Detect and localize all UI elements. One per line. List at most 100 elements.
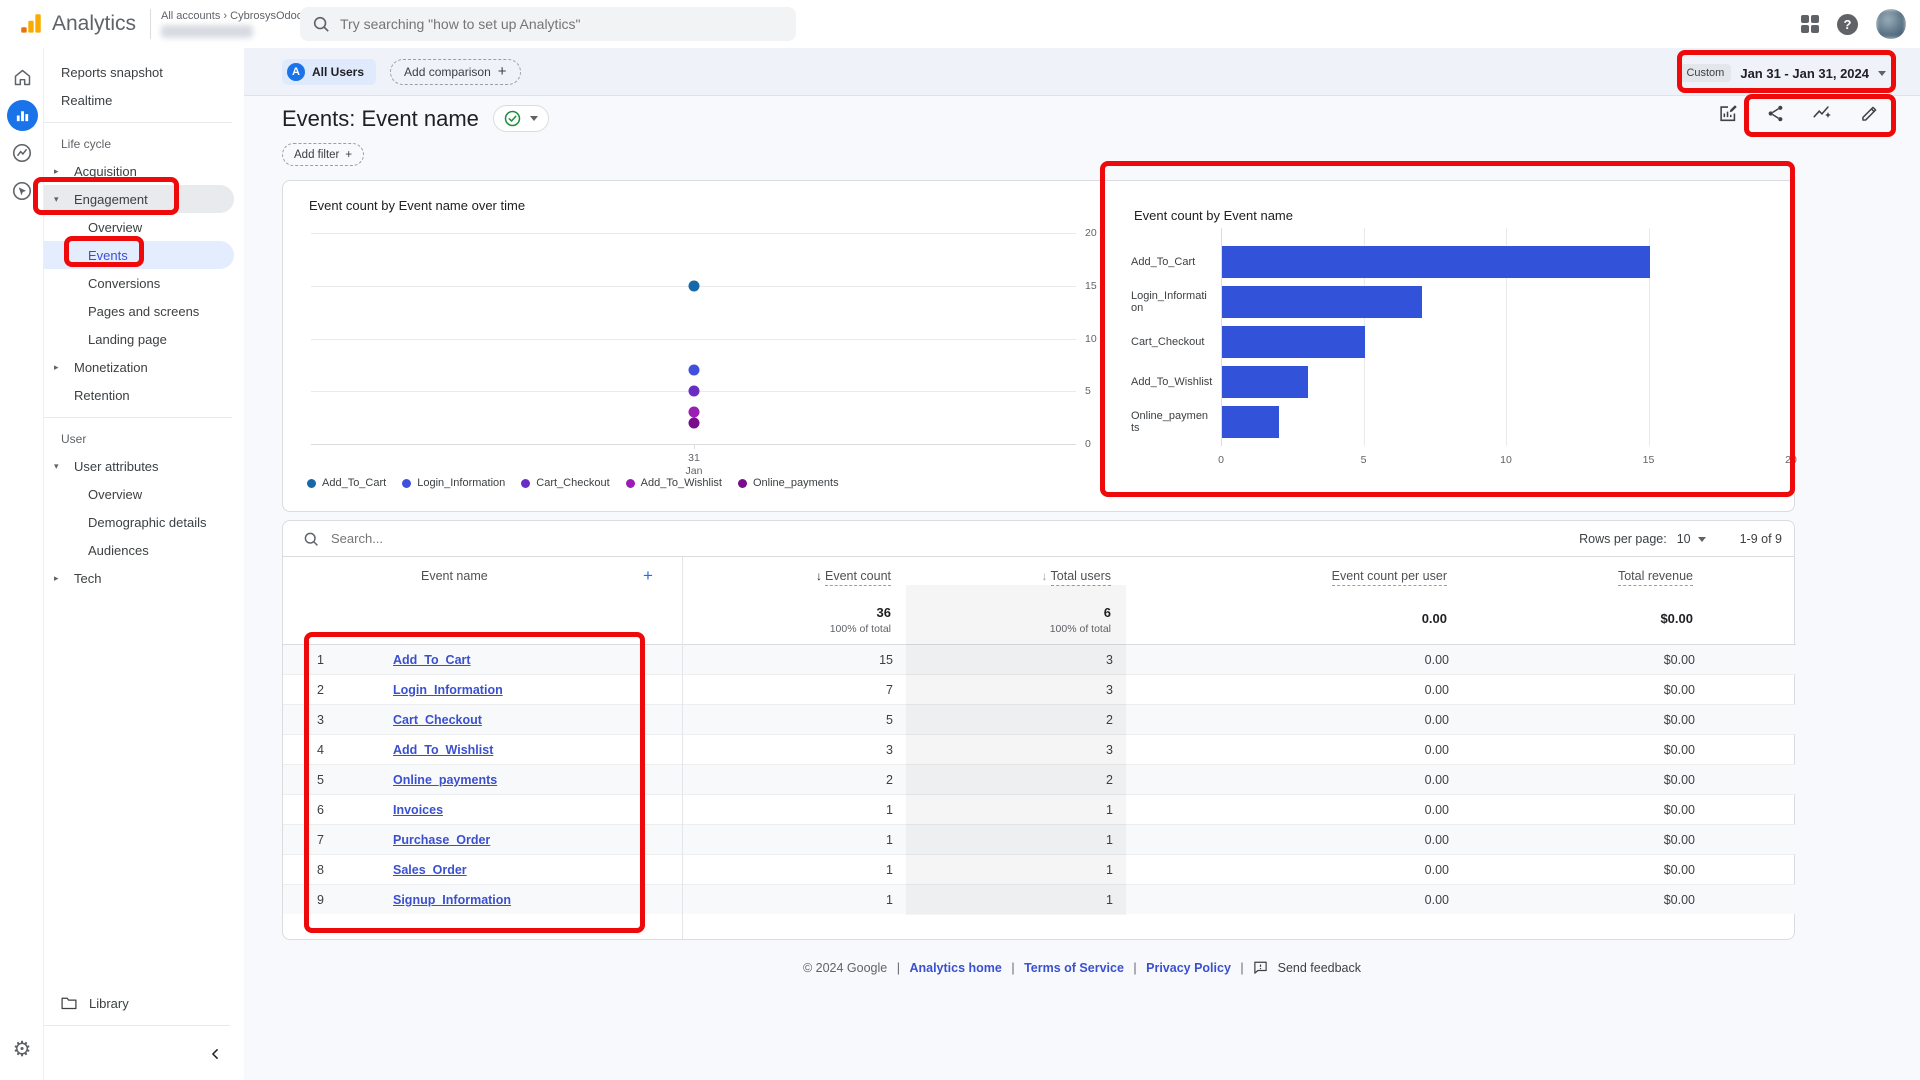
column-header-event-count-per-user[interactable]: Event count per user xyxy=(1332,569,1447,583)
cell-name: Sales_Order xyxy=(393,855,467,885)
insights-icon[interactable] xyxy=(1811,102,1833,124)
cell-total-revenue: $0.00 xyxy=(1664,795,1695,825)
add-comparison-button[interactable]: Add comparison + xyxy=(390,59,520,85)
reports-icon[interactable] xyxy=(0,96,44,134)
legend-dot-icon xyxy=(738,479,747,488)
sidebar-item-retention[interactable]: Retention xyxy=(44,381,234,409)
send-feedback-link[interactable]: Send feedback xyxy=(1278,961,1361,975)
sidebar-item-pages-and-screens[interactable]: Pages and screens xyxy=(44,297,234,325)
top-app-bar: Analytics All accounts › CybrosysOdoo ? xyxy=(0,0,1920,48)
event-name-link[interactable]: Online_payments xyxy=(393,773,497,787)
cell-total-users: 1 xyxy=(1106,825,1113,855)
collapse-sidebar-icon[interactable] xyxy=(208,1047,222,1061)
sidebar-item-user-attributes[interactable]: ▾User attributes xyxy=(44,452,234,480)
gridline xyxy=(311,339,1076,340)
event-name-link[interactable]: Purchase_Order xyxy=(393,833,490,847)
divider xyxy=(44,1025,230,1026)
table-search-input[interactable] xyxy=(331,531,631,546)
legend-item-cart-checkout[interactable]: Cart_Checkout xyxy=(521,477,609,489)
page-footer: © 2024 Google | Analytics home | Terms o… xyxy=(244,960,1920,975)
sidebar-item-tech[interactable]: ▸Tech xyxy=(44,564,234,592)
sidebar-item-overview[interactable]: Overview xyxy=(44,480,234,508)
rows-per-page-select[interactable]: 10 xyxy=(1677,532,1706,546)
settings-gear-icon[interactable]: ⚙ xyxy=(0,1037,44,1062)
global-search-input[interactable] xyxy=(340,16,784,32)
cell-total-revenue: $0.00 xyxy=(1664,855,1695,885)
data-quality-pill[interactable] xyxy=(493,105,549,132)
legend-item-add-to-wishlist[interactable]: Add_To_Wishlist xyxy=(626,477,722,489)
sidebar-section-user: User xyxy=(44,426,244,452)
advertising-icon[interactable] xyxy=(0,172,44,210)
sidebar-item-conversions[interactable]: Conversions xyxy=(44,269,234,297)
cell-event-count: 2 xyxy=(886,765,893,795)
rows-per-page-label: Rows per page: xyxy=(1579,532,1667,546)
sidebar-item-engagement[interactable]: ▾Engagement xyxy=(44,185,234,213)
total-event-count-pct: 100% of total xyxy=(830,623,891,635)
scatter-point-cart-checkout xyxy=(689,386,700,397)
chevron-collapsed-icon: ▸ xyxy=(54,362,59,373)
left-icon-rail: ⚙ xyxy=(0,48,44,1080)
cell-index: 3 xyxy=(317,705,324,735)
sidebar-item-audiences[interactable]: Audiences xyxy=(44,536,234,564)
add-filter-button[interactable]: Add filter + xyxy=(282,143,364,166)
breadcrumb-all-accounts[interactable]: All accounts xyxy=(161,10,220,22)
legend-item-login-information[interactable]: Login_Information xyxy=(402,477,505,489)
check-circle-icon xyxy=(504,110,521,127)
column-header-event-count[interactable]: ↓Event count xyxy=(816,569,891,583)
customize-report-icon[interactable] xyxy=(1717,102,1739,124)
share-icon[interactable] xyxy=(1764,102,1786,124)
event-name-link[interactable]: Cart_Checkout xyxy=(393,713,482,727)
cell-index: 5 xyxy=(317,765,324,795)
sidebar-item-events[interactable]: Events xyxy=(44,241,234,269)
event-name-link[interactable]: Login_Information xyxy=(393,683,503,697)
global-search[interactable] xyxy=(300,7,796,41)
property-name-redacted[interactable] xyxy=(161,25,253,38)
edit-pencil-icon[interactable] xyxy=(1858,102,1880,124)
event-name-link[interactable]: Signup_Information xyxy=(393,893,511,907)
add-column-plus-icon[interactable]: + xyxy=(643,566,653,586)
event-name-link[interactable]: Sales_Order xyxy=(393,863,467,877)
column-header-total-revenue[interactable]: Total revenue xyxy=(1618,569,1693,583)
sidebar-item-reports-snapshot[interactable]: Reports snapshot xyxy=(44,58,234,86)
all-users-chip[interactable]: A All Users xyxy=(282,59,376,85)
column-divider xyxy=(682,557,683,939)
footer-link-analytics-home[interactable]: Analytics home xyxy=(909,961,1001,975)
footer-link-privacy[interactable]: Privacy Policy xyxy=(1146,961,1231,975)
explore-icon[interactable] xyxy=(0,134,44,172)
apps-grid-icon[interactable] xyxy=(1801,15,1820,34)
home-icon[interactable] xyxy=(0,58,44,96)
sidebar-item-overview[interactable]: Overview xyxy=(44,213,234,241)
x-axis-tick-label: 15 xyxy=(1639,454,1659,466)
column-header-event-name[interactable]: Event name xyxy=(421,569,488,583)
comparison-badge: A xyxy=(287,63,305,81)
total-event-count-per-user: 0.00 xyxy=(1422,611,1447,626)
comparison-bar: A All Users Add comparison + Custom Jan … xyxy=(244,48,1920,96)
event-name-link[interactable]: Add_To_Cart xyxy=(393,653,471,667)
legend-dot-icon xyxy=(307,479,316,488)
cell-name: Signup_Information xyxy=(393,885,511,915)
sidebar-item-acquisition[interactable]: ▸Acquisition xyxy=(44,157,234,185)
event-name-link[interactable]: Invoices xyxy=(393,803,443,817)
event-name-link[interactable]: Add_To_Wishlist xyxy=(393,743,493,757)
column-header-total-users[interactable]: ↓Total users xyxy=(1042,569,1111,583)
sidebar-item-library[interactable]: Library xyxy=(44,989,244,1017)
legend-item-online-payments[interactable]: Online_payments xyxy=(738,477,839,489)
sidebar-item-demographic-details[interactable]: Demographic details xyxy=(44,508,234,536)
footer-link-terms[interactable]: Terms of Service xyxy=(1024,961,1124,975)
scatter-point-login-information xyxy=(689,365,700,376)
date-range-picker[interactable]: Custom Jan 31 - Jan 31, 2024 xyxy=(1679,58,1886,88)
sidebar-item-realtime[interactable]: Realtime xyxy=(44,86,234,114)
cell-event-count-per-user: 0.00 xyxy=(1425,795,1449,825)
feedback-icon xyxy=(1253,960,1268,975)
analytics-logo-icon[interactable] xyxy=(18,11,44,37)
legend-dot-icon xyxy=(402,479,411,488)
x-axis-tick-label: 20 xyxy=(1781,454,1801,466)
legend-item-add-to-cart[interactable]: Add_To_Cart xyxy=(307,477,386,489)
account-breadcrumb[interactable]: All accounts › CybrosysOdoo xyxy=(161,10,303,39)
cell-index: 2 xyxy=(317,675,324,705)
sidebar-item-landing-page[interactable]: Landing page xyxy=(44,325,234,353)
avatar[interactable] xyxy=(1876,9,1906,39)
sidebar-item-monetization[interactable]: ▸Monetization xyxy=(44,353,234,381)
breadcrumb-property[interactable]: CybrosysOdoo xyxy=(230,10,303,22)
help-icon[interactable]: ? xyxy=(1837,14,1858,35)
